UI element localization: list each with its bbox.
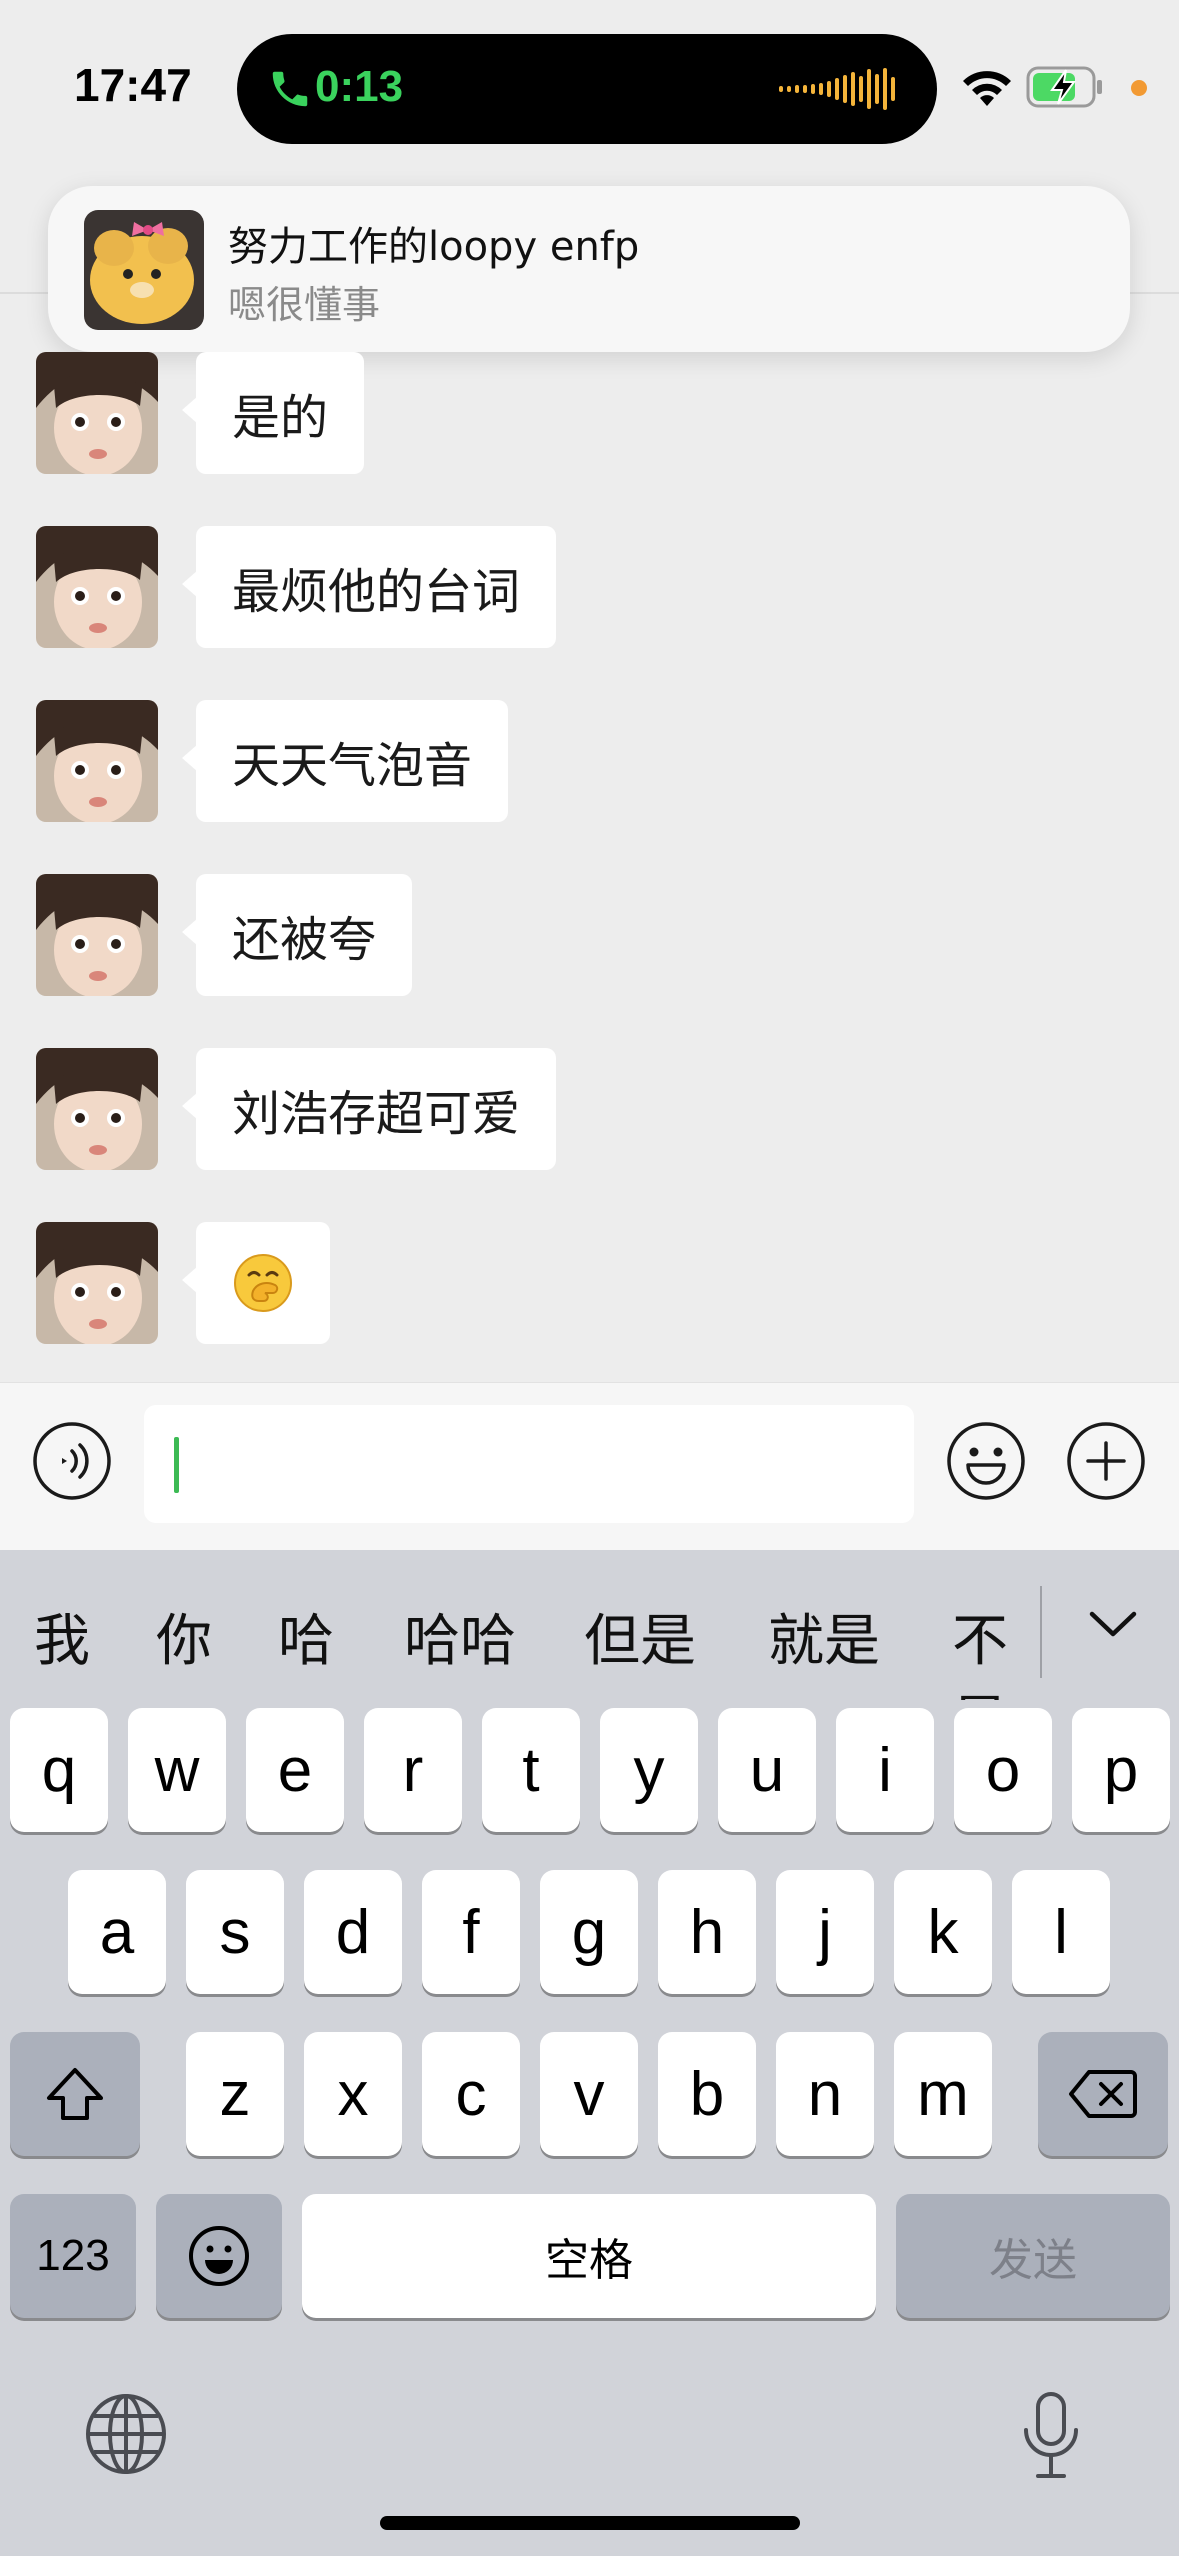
message-row — [0, 1222, 1179, 1346]
shift-key[interactable] — [10, 2032, 140, 2156]
contact-avatar[interactable] — [36, 1048, 158, 1170]
key-m[interactable]: m — [894, 2032, 992, 2156]
face-with-hand-over-mouth-emoji — [234, 1254, 292, 1312]
candidate-word[interactable]: 我 — [34, 1596, 90, 1677]
backspace-key[interactable] — [1038, 2032, 1168, 2156]
key-d[interactable]: d — [304, 1870, 402, 1994]
phone-icon — [272, 71, 308, 107]
audio-waveform-icon — [779, 68, 895, 110]
key-h[interactable]: h — [658, 1870, 756, 1994]
candidate-word[interactable]: 哈哈 — [404, 1596, 516, 1677]
candidate-overflow-clip: 不是 — [952, 1550, 1040, 1700]
key-r[interactable]: r — [364, 1708, 462, 1832]
call-timer: 0:13 — [315, 62, 404, 111]
text-cursor — [174, 1437, 179, 1493]
status-time: 17:47 — [74, 59, 192, 111]
key-p[interactable]: p — [1072, 1708, 1170, 1832]
key-x[interactable]: x — [304, 2032, 402, 2156]
message-bubble[interactable]: 还被夸 — [181, 874, 413, 996]
candidate-word[interactable]: 不是 — [952, 1596, 1040, 1700]
contact-avatar[interactable] — [36, 700, 158, 822]
notification-banner[interactable]: 努力工作的loopy enfp 嗯很懂事 — [48, 186, 1130, 352]
key-j[interactable]: j — [776, 1870, 874, 1994]
key-g[interactable]: g — [540, 1870, 638, 1994]
emoji-key[interactable] — [156, 2194, 282, 2318]
key-k[interactable]: k — [894, 1870, 992, 1994]
notification-title: 努力工作的loopy enfp — [228, 224, 640, 270]
message-row: 刘浩存超可爱 — [0, 1048, 1179, 1172]
battery-charging-icon — [1026, 66, 1102, 108]
wifi-icon — [963, 71, 1011, 106]
key-n[interactable]: n — [776, 2032, 874, 2156]
voice-input-button[interactable] — [32, 1421, 112, 1501]
more-options-button[interactable] — [1066, 1421, 1146, 1501]
message-row: 还被夸 — [0, 874, 1179, 998]
microphone-icon[interactable] — [1018, 2390, 1084, 2480]
microphone-in-use-indicator — [1131, 80, 1147, 96]
candidate-word[interactable]: 但是 — [584, 1596, 696, 1677]
contact-avatar[interactable] — [36, 1222, 158, 1344]
message-bubble[interactable]: 是的 — [181, 352, 365, 474]
space-key[interactable]: 空格 — [302, 2194, 876, 2318]
key-v[interactable]: v — [540, 2032, 638, 2156]
chat-input-bar — [0, 1382, 1179, 1551]
candidate-divider — [1040, 1586, 1042, 1678]
message-bubble[interactable]: 最烦他的台词 — [181, 526, 557, 648]
numbers-key[interactable]: 123 — [10, 2194, 136, 2318]
key-a[interactable]: a — [68, 1870, 166, 1994]
candidate-word[interactable]: 就是 — [768, 1596, 880, 1677]
notification-avatar — [84, 210, 204, 330]
keyboard: 我 你 哈 哈哈 但是 就是 不是 q w e r t y u i o p a … — [0, 1550, 1179, 2556]
message-row: 最烦他的台词 — [0, 526, 1179, 650]
key-z[interactable]: z — [186, 2032, 284, 2156]
call-status-pill[interactable]: 0:13 — [237, 34, 937, 144]
message-bubble[interactable]: 刘浩存超可爱 — [181, 1048, 557, 1170]
globe-icon[interactable] — [84, 2392, 168, 2476]
key-e[interactable]: e — [246, 1708, 344, 1832]
key-y[interactable]: y — [600, 1708, 698, 1832]
candidate-word[interactable]: 哈 — [278, 1596, 334, 1677]
notification-message: 嗯很懂事 — [228, 283, 381, 327]
key-i[interactable]: i — [836, 1708, 934, 1832]
key-l[interactable]: l — [1012, 1870, 1110, 1994]
key-b[interactable]: b — [658, 2032, 756, 2156]
contact-avatar[interactable] — [36, 352, 158, 474]
key-f[interactable]: f — [422, 1870, 520, 1994]
candidate-bar: 我 你 哈 哈哈 但是 就是 不是 — [0, 1550, 1179, 1700]
smiley-icon — [189, 2226, 249, 2286]
key-q[interactable]: q — [10, 1708, 108, 1832]
home-indicator[interactable] — [380, 2516, 800, 2530]
emoji-message-bubble[interactable] — [182, 1222, 330, 1344]
contact-avatar[interactable] — [36, 526, 158, 648]
key-w[interactable]: w — [128, 1708, 226, 1832]
candidate-word[interactable]: 你 — [156, 1596, 212, 1677]
emoji-button[interactable] — [946, 1421, 1026, 1501]
message-bubble[interactable]: 天天气泡音 — [181, 700, 509, 822]
message-list[interactable]: 是的 最烦他的台词 天天气泡音 还被夸 刘浩存超可爱 — [0, 340, 1179, 1380]
backspace-icon — [1069, 2070, 1137, 2118]
key-o[interactable]: o — [954, 1708, 1052, 1832]
key-u[interactable]: u — [718, 1708, 816, 1832]
chevron-down-icon[interactable] — [1086, 1604, 1140, 1644]
status-bar: 17:47 0:13 — [0, 0, 1179, 190]
send-key[interactable]: 发送 — [896, 2194, 1170, 2318]
key-t[interactable]: t — [482, 1708, 580, 1832]
shift-arrow-icon — [47, 2068, 103, 2120]
message-row: 是的 — [0, 352, 1179, 476]
message-row: 天天气泡音 — [0, 700, 1179, 824]
contact-avatar[interactable] — [36, 874, 158, 996]
key-s[interactable]: s — [186, 1870, 284, 1994]
message-input[interactable] — [144, 1405, 914, 1523]
key-c[interactable]: c — [422, 2032, 520, 2156]
